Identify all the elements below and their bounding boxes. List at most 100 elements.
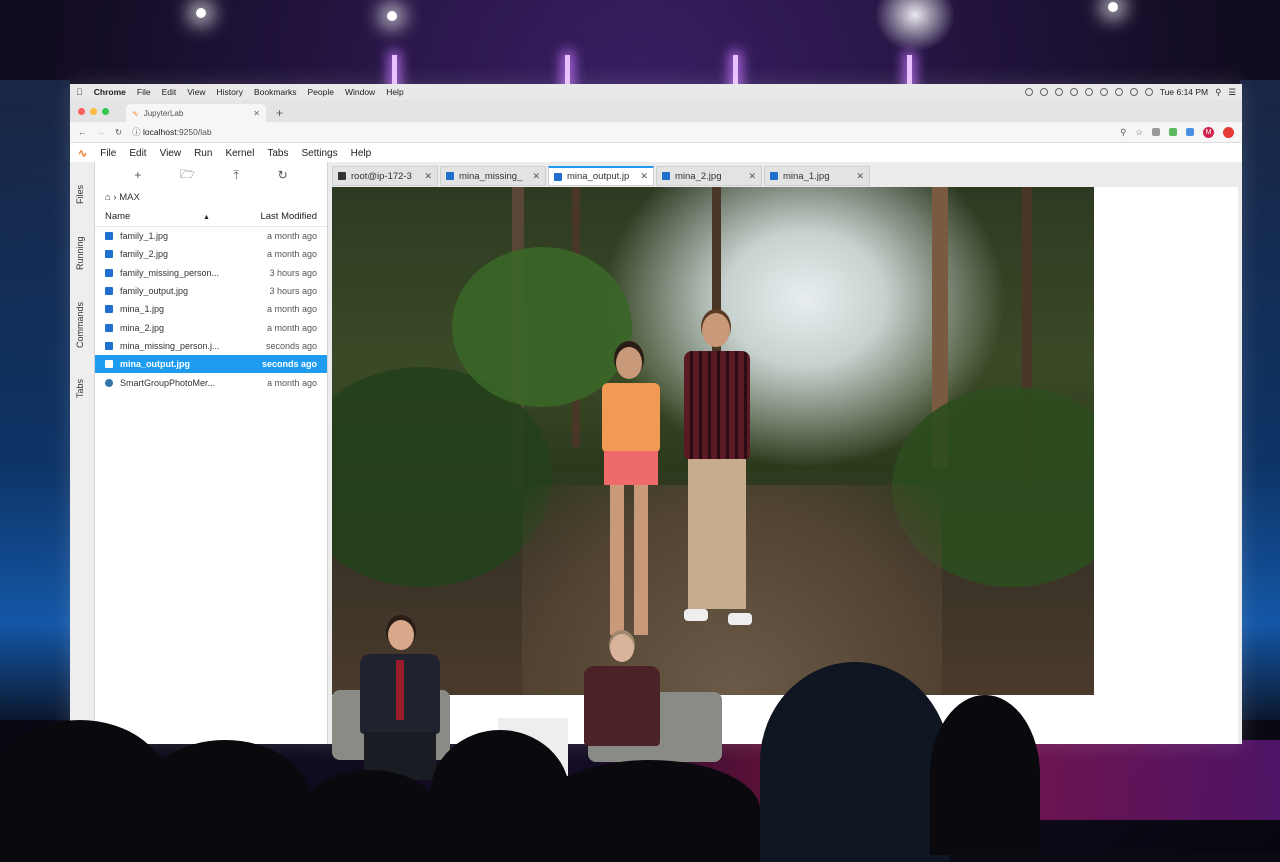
- menubar-item-help[interactable]: Help: [386, 87, 403, 97]
- profile-avatar[interactable]: M: [1203, 126, 1214, 138]
- file-name: mina_missing_person.j...: [120, 340, 220, 351]
- tray-icon[interactable]: [1024, 88, 1033, 96]
- file-row[interactable]: mina_missing_person.j... seconds ago: [95, 337, 327, 355]
- tray-icon[interactable]: [1084, 88, 1093, 96]
- jupyter-logo-icon: ∿: [78, 147, 88, 160]
- tray-icon[interactable]: [1054, 88, 1063, 96]
- jupyter-menu-file[interactable]: File: [100, 148, 116, 159]
- jupyter-menu-view[interactable]: View: [160, 148, 182, 159]
- file-row[interactable]: family_2.jpg a month ago: [95, 245, 327, 263]
- audience-head: [300, 770, 440, 860]
- browser-tab[interactable]: ∿ JupyterLab ✕: [126, 104, 266, 122]
- sidebar-tab-tabs[interactable]: Tabs: [75, 379, 85, 398]
- zoom-icon[interactable]: ⚲: [1120, 127, 1126, 138]
- sidebar-tab-files[interactable]: Files: [75, 185, 85, 204]
- window-controls: [78, 108, 109, 115]
- menubar-clock[interactable]: Tue 6:14 PM: [1160, 87, 1208, 97]
- close-tab-icon[interactable]: ✕: [856, 171, 864, 182]
- document-tab[interactable]: mina_output.jp ✕: [548, 166, 654, 186]
- document-tab[interactable]: mina_2.jpg ✕: [656, 166, 762, 186]
- bluetooth-icon[interactable]: [1114, 88, 1123, 96]
- refresh-icon[interactable]: ↻: [278, 168, 288, 182]
- jupyter-menu-settings[interactable]: Settings: [301, 148, 337, 159]
- file-row[interactable]: family_missing_person... 3 hours ago: [95, 264, 327, 282]
- reload-icon[interactable]: ↻: [115, 127, 122, 138]
- file-name: family_output.jpg: [120, 286, 189, 297]
- document-tabbar: root@ip-172-3 ✕ mina_missing_ ✕ mina_output.…: [332, 166, 870, 186]
- menubar-item-bookmarks[interactable]: Bookmarks: [254, 87, 297, 97]
- menubar-item-file[interactable]: File: [137, 87, 151, 97]
- minimize-window-icon[interactable]: [90, 108, 97, 115]
- jupyter-menu-kernel[interactable]: Kernel: [225, 148, 254, 159]
- forward-icon[interactable]: →: [97, 127, 106, 137]
- close-tab-icon[interactable]: ✕: [253, 109, 260, 118]
- close-tab-icon[interactable]: ✕: [532, 171, 540, 182]
- panelist-right: [584, 634, 660, 764]
- stage-spotlight: [387, 11, 397, 21]
- close-tab-icon[interactable]: ✕: [640, 171, 648, 182]
- extension-icon[interactable]: [1169, 128, 1177, 136]
- file-browser-toolbar: + 🗁 ⤒ ↻: [95, 162, 327, 188]
- breadcrumb: ⌂ › MAX: [105, 192, 140, 203]
- file-row[interactable]: SmartGroupPhotoMer... a month ago: [95, 373, 327, 391]
- jupyter-menu-help[interactable]: Help: [351, 148, 372, 159]
- file-row[interactable]: mina_1.jpg a month ago: [95, 300, 327, 318]
- file-modified: 3 hours ago: [269, 286, 317, 297]
- jupyter-menu-tabs[interactable]: Tabs: [267, 148, 288, 159]
- jupyter-menu-run[interactable]: Run: [194, 148, 212, 159]
- close-window-icon[interactable]: [78, 108, 85, 115]
- apple-icon[interactable]: : [76, 87, 83, 97]
- menubar-item-edit[interactable]: Edit: [162, 87, 177, 97]
- home-icon[interactable]: ⌂: [105, 192, 111, 203]
- battery-icon[interactable]: [1144, 88, 1153, 96]
- tray-icon[interactable]: [1039, 88, 1048, 96]
- address-bar[interactable]: ⓘ localhost:9250/lab: [132, 126, 211, 138]
- close-tab-icon[interactable]: ✕: [424, 171, 432, 182]
- new-launcher-icon[interactable]: +: [134, 168, 141, 182]
- file-row[interactable]: family_output.jpg 3 hours ago: [95, 282, 327, 300]
- tray-icon[interactable]: [1099, 88, 1108, 96]
- menubar-item-history[interactable]: History: [217, 87, 243, 97]
- new-folder-icon[interactable]: 🗁: [180, 165, 195, 186]
- url-host: localhost: [143, 127, 177, 137]
- file-row[interactable]: family_1.jpg a month ago: [95, 227, 327, 245]
- document-tab[interactable]: mina_missing_ ✕: [440, 166, 546, 186]
- file-modified: a month ago: [266, 322, 317, 333]
- extension-icon[interactable]: [1152, 128, 1160, 136]
- file-row[interactable]: mina_output.jpg seconds ago: [95, 355, 327, 374]
- new-tab-icon[interactable]: +: [276, 106, 283, 120]
- file-name: mina_output.jpg: [120, 359, 190, 370]
- notification-center-icon[interactable]: ☰: [1228, 87, 1236, 98]
- file-browser: + 🗁 ⤒ ↻ ⌂ › MAX Name ▲ Last Modified fam…: [95, 162, 328, 744]
- audience-head: [760, 662, 950, 862]
- tray-icon[interactable]: [1069, 88, 1078, 96]
- extension-icon[interactable]: [1223, 126, 1234, 138]
- upload-icon[interactable]: ⤒: [234, 168, 239, 183]
- document-tab[interactable]: root@ip-172-3 ✕: [332, 166, 438, 186]
- wifi-icon[interactable]: [1129, 88, 1138, 96]
- back-icon[interactable]: ←: [78, 127, 87, 137]
- spotlight-search-icon[interactable]: ⚲: [1215, 87, 1221, 98]
- menubar-item-people[interactable]: People: [307, 87, 333, 97]
- jupyter-menu-edit[interactable]: Edit: [129, 148, 146, 159]
- column-header-modified[interactable]: Last Modified: [260, 211, 317, 222]
- close-tab-icon[interactable]: ✕: [748, 171, 756, 182]
- bookmark-star-icon[interactable]: ☆: [1135, 127, 1143, 138]
- column-header-name[interactable]: Name ▲: [105, 211, 210, 222]
- image-file-icon: [105, 360, 113, 369]
- image-file-icon: [105, 250, 113, 259]
- jupyter-favicon-icon: ∿: [132, 108, 139, 118]
- browser-tabstrip: ∿ JupyterLab ✕ +: [70, 100, 1242, 122]
- sidebar-tab-running[interactable]: Running: [75, 236, 85, 270]
- right-led-wall: [1240, 80, 1280, 720]
- file-modified: 3 hours ago: [269, 267, 317, 278]
- document-tab[interactable]: mina_1.jpg ✕: [764, 166, 870, 186]
- sidebar-tab-commands[interactable]: Commands: [75, 302, 85, 348]
- menubar-app-name[interactable]: Chrome: [94, 87, 126, 97]
- extension-icon[interactable]: [1186, 128, 1194, 136]
- breadcrumb-folder[interactable]: MAX: [119, 192, 140, 203]
- zoom-window-icon[interactable]: [102, 108, 109, 115]
- menubar-item-view[interactable]: View: [187, 87, 205, 97]
- menubar-item-window[interactable]: Window: [345, 87, 375, 97]
- file-row[interactable]: mina_2.jpg a month ago: [95, 318, 327, 336]
